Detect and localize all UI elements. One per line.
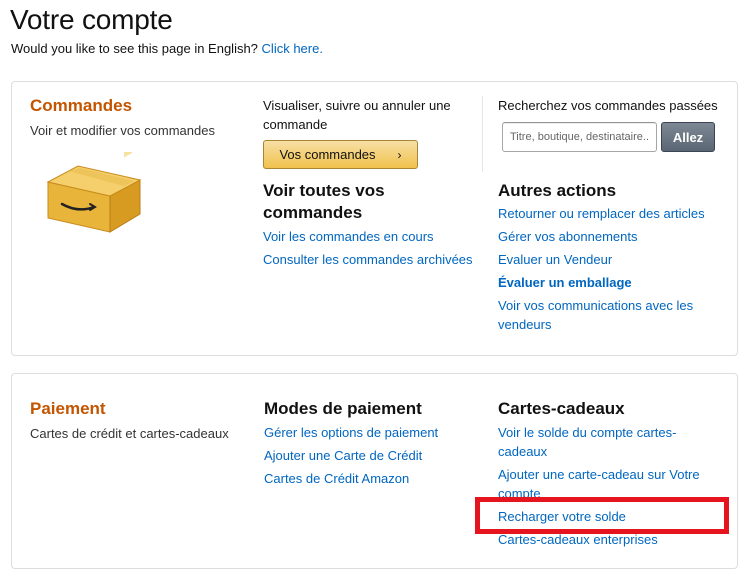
amazon-credit-cards-link[interactable]: Cartes de Crédit Amazon: [264, 471, 409, 486]
other-actions-links: Retourner ou remplacer des articles Gére…: [498, 204, 720, 338]
list-item: Ajouter une Carte de Crédit: [264, 446, 479, 465]
search-orders-input[interactable]: [502, 122, 657, 152]
payment-card: Paiement Cartes de crédit et cartes-cade…: [11, 373, 738, 569]
archived-orders-link[interactable]: Consulter les commandes archivées: [263, 252, 473, 267]
language-prompt: Would you like to see this page in Engli…: [11, 41, 323, 56]
manage-orders-text-line1: Visualiser, suivre ou annuler une: [263, 98, 451, 113]
all-orders-title-line1: Voir toutes vos: [263, 181, 385, 200]
language-prompt-text: Would you like to see this page in Engli…: [11, 41, 258, 56]
other-actions-title: Autres actions: [498, 181, 617, 200]
account-page: Votre compte Would you like to see this …: [0, 0, 744, 576]
manage-subscriptions-link[interactable]: Gérer vos abonnements: [498, 229, 637, 244]
gift-cards-title: Cartes-cadeaux: [498, 399, 625, 418]
list-item: Gérer vos abonnements: [498, 227, 720, 246]
manage-orders-text-line2: commande: [263, 117, 328, 132]
return-replace-link[interactable]: Retourner ou remplacer des articles: [498, 206, 705, 221]
add-credit-card-link[interactable]: Ajouter une Carte de Crédit: [264, 448, 422, 463]
manage-orders-text: Visualiser, suivre ou annuler une comman…: [263, 96, 478, 134]
orders-divider: [482, 96, 483, 172]
reload-balance-link[interactable]: Recharger votre solde: [498, 509, 626, 524]
search-go-button[interactable]: Allez: [661, 122, 715, 152]
all-orders-title-line2: commandes: [263, 203, 363, 222]
payment-methods-links: Gérer les options de paiement Ajouter un…: [264, 423, 479, 492]
corporate-gift-cards-link[interactable]: Cartes-cadeaux enterprises: [498, 532, 658, 547]
current-orders-link[interactable]: Voir les commandes en cours: [263, 229, 434, 244]
payment-description: Cartes de crédit et cartes-cadeaux: [30, 426, 229, 441]
list-item: Cartes de Crédit Amazon: [264, 469, 479, 488]
list-item: Gérer les options de paiement: [264, 423, 479, 442]
payment-title: Paiement: [30, 399, 106, 418]
your-orders-button-label: Vos commandes: [279, 147, 376, 162]
rate-packaging-link[interactable]: Évaluer un emballage: [498, 275, 632, 290]
list-item: Voir les commandes en cours: [263, 227, 478, 246]
payment-methods-title: Modes de paiement: [264, 399, 422, 418]
list-item: Retourner ou remplacer des articles: [498, 204, 720, 223]
all-orders-title: Voir toutes vos commandes: [263, 180, 473, 224]
list-item: Voir le solde du compte cartes-cadeaux: [498, 423, 720, 461]
gift-card-balance-link[interactable]: Voir le solde du compte cartes-cadeaux: [498, 425, 676, 459]
list-item: Évaluer un emballage: [498, 273, 720, 292]
gift-cards-links: Voir le solde du compte cartes-cadeaux A…: [498, 423, 720, 553]
search-orders-label: Recherchez vos commandes passées: [498, 98, 718, 113]
english-link[interactable]: Click here.: [262, 41, 323, 56]
list-item: Evaluer un Vendeur: [498, 250, 720, 269]
amazon-box-icon: [46, 152, 142, 233]
list-item: Ajouter une carte-cadeau sur Votre compt…: [498, 465, 720, 503]
chevron-right-icon: ›: [397, 147, 402, 162]
list-item: Cartes-cadeaux enterprises: [498, 530, 720, 549]
list-item: Voir vos communications avec les vendeur…: [498, 296, 720, 334]
orders-description: Voir et modifier vos commandes: [30, 123, 215, 138]
rate-seller-link[interactable]: Evaluer un Vendeur: [498, 252, 612, 267]
page-title: Votre compte: [10, 4, 173, 35]
all-orders-links: Voir les commandes en cours Consulter le…: [263, 227, 478, 273]
add-gift-card-link[interactable]: Ajouter une carte-cadeau sur Votre compt…: [498, 467, 700, 501]
list-item: Consulter les commandes archivées: [263, 250, 478, 269]
list-item: Recharger votre solde: [498, 507, 720, 526]
seller-messages-link[interactable]: Voir vos communications avec les vendeur…: [498, 298, 693, 332]
orders-title: Commandes: [30, 96, 133, 115]
manage-payment-options-link[interactable]: Gérer les options de paiement: [264, 425, 438, 440]
your-orders-button[interactable]: Vos commandes ›: [263, 140, 418, 169]
orders-card: Commandes Voir et modifier vos commandes…: [11, 81, 738, 356]
